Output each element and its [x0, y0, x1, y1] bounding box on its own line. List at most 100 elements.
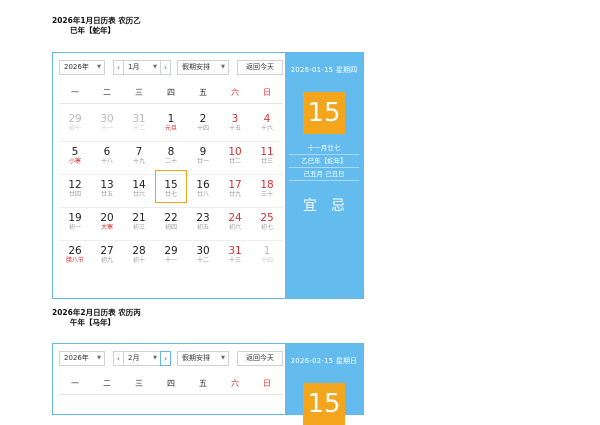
- day-cell[interactable]: 17 廿九: [219, 170, 251, 203]
- day-number: 6: [103, 146, 111, 158]
- day-cell[interactable]: 30 十二: [187, 236, 219, 269]
- selected-date-label: 2026-02-15 星期日: [290, 357, 358, 365]
- chevron-right-icon: ›: [163, 354, 168, 363]
- lunar-label: 廿九: [228, 191, 241, 198]
- chevron-down-icon: ▼: [153, 355, 157, 361]
- lunar-label: 十二: [196, 257, 209, 264]
- holiday-select[interactable]: 假期安排 ▼: [177, 60, 229, 75]
- lunar-label: 十一: [164, 257, 177, 264]
- calendar-feb: 2026年 ▼ ‹ 2月 ▼ › 假期安排 ▼ 返回今天 一 二 三 四 五 六 日 2026-0…: [52, 343, 364, 425]
- date-detail-panel: 2026-01-15 星期四 15 十一月廿七 乙巳年【蛇年】 己丑月 己丑日 …: [285, 53, 363, 298]
- lunar-label: 腊八节: [65, 257, 84, 264]
- day-cell[interactable]: 27 初九: [91, 236, 123, 269]
- day-cell[interactable]: 9 廿一: [187, 137, 219, 170]
- lunar-date: 十一月廿七: [289, 142, 359, 155]
- day-number: 2: [199, 113, 207, 125]
- chevron-down-icon: ▼: [97, 64, 101, 70]
- weekday-label: 二: [103, 379, 111, 388]
- day-cell[interactable]: 23 初五: [187, 203, 219, 236]
- day-cell[interactable]: 10 廿二: [219, 137, 251, 170]
- weekday-label: 三: [135, 379, 143, 388]
- day-cell[interactable]: 7 十九: [123, 137, 155, 170]
- yi-label[interactable]: 宜: [303, 198, 331, 214]
- day-cell[interactable]: 14 廿六: [123, 170, 155, 203]
- lunar-label: 十一: [100, 125, 113, 132]
- day-cell[interactable]: 6 十八: [91, 137, 123, 170]
- back-to-today-button[interactable]: 返回今天: [237, 351, 283, 366]
- holiday-select[interactable]: 假期安排 ▼: [177, 351, 229, 366]
- day-cell[interactable]: 1 十四: [251, 236, 283, 269]
- day-cell[interactable]: 22 初四: [155, 203, 187, 236]
- day-number: 19: [68, 212, 82, 224]
- ji-label[interactable]: 忌: [331, 198, 359, 214]
- day-number: 7: [135, 146, 143, 158]
- day-number: 5: [71, 146, 79, 158]
- next-month-button[interactable]: ›: [160, 351, 171, 366]
- day-cell[interactable]: 30 十一: [91, 104, 123, 137]
- day-cell[interactable]: 19 初一: [59, 203, 91, 236]
- day-cell[interactable]: 26 腊八节: [59, 236, 91, 269]
- lunar-label: 初十: [68, 125, 81, 132]
- month-select[interactable]: 2月 ▼: [123, 351, 161, 366]
- day-cell[interactable]: 13 廿五: [91, 170, 123, 203]
- day-cell[interactable]: 25 初七: [251, 203, 283, 236]
- day-cell[interactable]: 1 元旦: [155, 104, 187, 137]
- weekday-label: 四: [167, 88, 175, 97]
- day-cell[interactable]: 29 初十: [59, 104, 91, 137]
- day-cell[interactable]: 20 大寒: [91, 203, 123, 236]
- calendar-jan: 2026年 ▼ ‹ 1月 ▼ › 假期安排 ▼ 返回今天 一二三四五六日 29 初十 30…: [52, 52, 364, 299]
- day-cell[interactable]: 16 廿八: [187, 170, 219, 203]
- day-cell[interactable]: 29 十一: [155, 236, 187, 269]
- ganzhi-year: 乙巳年【蛇年】: [289, 155, 359, 168]
- day-cell[interactable]: 4 十六: [251, 104, 283, 137]
- lunar-label: 初六: [228, 224, 241, 231]
- day-cell[interactable]: 21 初三: [123, 203, 155, 236]
- day-cell[interactable]: 8 二十: [155, 137, 187, 170]
- day-number: 24: [228, 212, 242, 224]
- day-cell[interactable]: 11 廿三: [251, 137, 283, 170]
- month-header-jan: 2026年1月日历表 农历乙 巳年【蛇年】: [52, 16, 141, 36]
- day-cell-selected[interactable]: 15 廿七: [155, 170, 187, 203]
- lunar-label: 三十: [260, 191, 273, 198]
- lunar-label: 初五: [196, 224, 209, 231]
- day-cell[interactable]: 18 三十: [251, 170, 283, 203]
- day-number: 10: [228, 146, 242, 158]
- day-cell[interactable]: 31 十三: [219, 236, 251, 269]
- day-cell[interactable]: 31 十二: [123, 104, 155, 137]
- lunar-label: 廿一: [196, 158, 209, 165]
- day-number: 26: [68, 245, 82, 257]
- day-number: 25: [260, 212, 274, 224]
- zodiac-year: 午年【马年】: [70, 318, 115, 327]
- calendar-main: 2026年 ▼ ‹ 2月 ▼ › 假期安排 ▼ 返回今天 一 二 三 四 五 六 日: [53, 344, 285, 414]
- year-select[interactable]: 2026年 ▼: [59, 351, 105, 366]
- month-select[interactable]: 1月 ▼: [123, 60, 161, 75]
- back-to-today-button[interactable]: 返回今天: [237, 60, 283, 75]
- day-cell[interactable]: 28 初十: [123, 236, 155, 269]
- lunar-info: 十一月廿七 乙巳年【蛇年】 己丑月 己丑日: [285, 142, 363, 181]
- year-select[interactable]: 2026年 ▼: [59, 60, 105, 75]
- weekday-label: 三: [135, 88, 143, 97]
- weekday-header: 一二三四五六日: [59, 374, 283, 395]
- day-cell[interactable]: 3 十五: [219, 104, 251, 137]
- weekday-label: 日: [263, 88, 271, 97]
- day-cell[interactable]: 5 小寒: [59, 137, 91, 170]
- day-number: 8: [167, 146, 175, 158]
- day-cell[interactable]: 2 十四: [187, 104, 219, 137]
- lunar-label: 廿三: [260, 158, 273, 165]
- day-number: 13: [100, 179, 114, 191]
- day-number: 31: [228, 245, 242, 257]
- day-number: 28: [132, 245, 146, 257]
- day-number: 20: [100, 212, 114, 224]
- lunar-label: 大寒: [100, 224, 113, 231]
- day-cell[interactable]: 24 初六: [219, 203, 251, 236]
- yi-ji-row: 宜忌: [285, 195, 363, 215]
- next-month-button[interactable]: ›: [160, 60, 171, 75]
- day-number: 30: [196, 245, 210, 257]
- selected-day-number: 15: [303, 92, 345, 134]
- weekday-label: 一: [71, 88, 79, 97]
- weekday-label: 五: [199, 88, 207, 97]
- selected-date-label: 2026-01-15 星期四: [290, 66, 358, 74]
- lunar-label: 二十: [164, 158, 177, 165]
- calendar-toolbar: 2026年 ▼ ‹ 1月 ▼ › 假期安排 ▼ 返回今天: [59, 60, 283, 75]
- day-cell[interactable]: 12 廿四: [59, 170, 91, 203]
